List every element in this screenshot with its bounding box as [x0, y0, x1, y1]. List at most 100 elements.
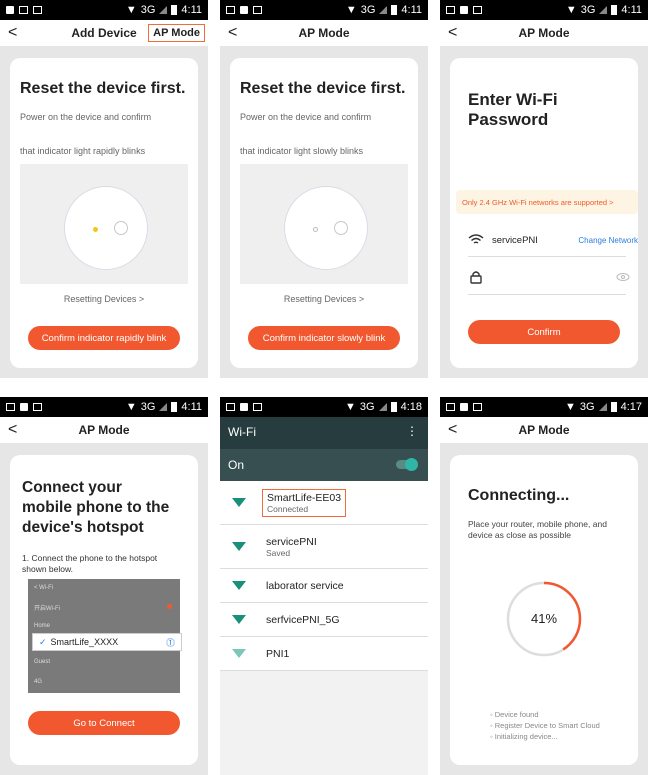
signal-icon	[159, 403, 168, 411]
divider	[468, 294, 626, 295]
instruction-line-2: that indicator light slowly blinks	[240, 146, 364, 156]
hotspot-card: Connect your mobile phone to the device'…	[10, 455, 198, 765]
indicator-light	[93, 227, 98, 232]
network-item[interactable]: servicePNI Saved	[220, 525, 428, 569]
back-button[interactable]: <	[228, 24, 237, 42]
password-card: Enter Wi-Fi Password Only 2.4 GHz Wi-Fi …	[450, 58, 638, 368]
device-circle	[284, 186, 368, 270]
top-nav: < AP Mode	[0, 417, 208, 443]
overflow-menu-icon[interactable]: ⋮	[406, 424, 418, 438]
network-item[interactable]: serfvicePNI_5G	[220, 603, 428, 637]
connecting-heading: Connecting...	[468, 487, 570, 504]
network-name: serfvicePNI_5G	[266, 613, 340, 626]
gallery-icon	[253, 403, 262, 411]
network-type: 3G	[360, 4, 376, 16]
network-name: PNI1	[266, 647, 290, 660]
device-circle	[64, 186, 148, 270]
step-line-2: shown below.	[22, 564, 74, 574]
confirm-slow-blink-button[interactable]: Confirm indicator slowly blink	[248, 326, 400, 350]
wifi-signal-icon	[232, 581, 246, 590]
info-icon: ⓵	[165, 637, 175, 648]
screen-connecting: ▼ 3G 4:17 < AP Mode Connecting... Place yo…	[440, 397, 648, 775]
status-bar: ▼ 3G 4:18	[220, 397, 428, 417]
image-icon	[6, 403, 15, 411]
image-icon	[19, 6, 28, 14]
status-bar: ▼ 3G 4:17	[440, 397, 648, 417]
network-item[interactable]: SmartLife-EE03 Connected	[220, 481, 428, 525]
preview-row: < Wi-Fi	[34, 585, 54, 591]
gallery-icon	[33, 6, 42, 14]
clock: 4:11	[181, 4, 202, 16]
top-nav: < AP Mode	[220, 20, 428, 46]
step-item: ◦ Initializing device...	[490, 732, 558, 741]
instruction-line-1: Power on the device and confirm	[240, 112, 372, 122]
wifi-toggle[interactable]	[396, 458, 418, 471]
back-button[interactable]: <	[448, 24, 457, 42]
go-to-connect-button[interactable]: Go to Connect	[28, 711, 180, 735]
back-button[interactable]: <	[8, 24, 17, 42]
wifi-status-icon: ▼	[565, 4, 577, 16]
network-type: 3G	[140, 4, 156, 16]
wifi-icon	[468, 234, 484, 244]
reset-heading: Reset the device first.	[240, 80, 406, 97]
step-item: ◦ Register Device to Smart Cloud	[490, 721, 600, 730]
hotspot-name: SmartLife_XXXX	[50, 637, 119, 647]
step-list: ◦ Device found ◦ Register Device to Smar…	[490, 709, 600, 742]
image-icon	[446, 403, 455, 411]
eye-icon[interactable]	[616, 272, 630, 282]
wifi-status-icon: ▼	[345, 4, 357, 16]
screen-add-device: ▼ 3G 4:11 < Add Device AP Mode Reset the d…	[0, 0, 208, 378]
gallery-icon	[33, 403, 42, 411]
toggle-thumb	[405, 458, 418, 471]
status-bar: ▼ 3G 4:11	[220, 0, 428, 20]
back-button[interactable]: <	[8, 421, 17, 439]
reset-card: Reset the device first. Power on the dev…	[230, 58, 418, 368]
confirm-rapid-blink-button[interactable]: Confirm indicator rapidly blink	[28, 326, 180, 350]
network-list: SmartLife-EE03 Connected servicePNI Save…	[220, 481, 428, 671]
hotspot-heading-line-2: mobile phone to the	[22, 499, 170, 516]
progress-label: 41%	[530, 611, 558, 626]
resetting-devices-link[interactable]: Resetting Devices >	[230, 294, 418, 304]
wifi-header: Wi-Fi ⋮ On	[220, 417, 428, 481]
device-illustration	[20, 164, 188, 284]
network-type: 3G	[579, 401, 595, 413]
step-line-1: 1. Connect the phone to the hotspot	[22, 553, 158, 563]
network-status: Saved	[266, 547, 291, 558]
hotspot-highlight[interactable]: ✓ SmartLife_XXXX ⓵	[32, 633, 182, 651]
preview-row: 开启Wi-Fi	[34, 606, 60, 612]
signal-icon	[378, 403, 387, 411]
ap-mode-button[interactable]: AP Mode	[148, 24, 205, 42]
screen-connect-hotspot: ▼ 3G 4:11 < AP Mode Connect your mobile ph…	[0, 397, 208, 775]
password-input[interactable]	[490, 266, 600, 286]
frequency-warning[interactable]: Only 2.4 GHz Wi-Fi networks are supporte…	[456, 190, 638, 214]
network-name: SmartLife-EE03	[267, 491, 342, 504]
wifi-status-icon: ▼	[565, 401, 576, 413]
status-bar: ▼ 3G 4:11	[0, 0, 208, 20]
battery-icon	[391, 5, 398, 15]
page-title: AP Mode	[518, 423, 570, 437]
change-network-link[interactable]: Change Network	[578, 236, 638, 245]
network-item[interactable]: laborator service	[220, 569, 428, 603]
signal-icon	[379, 6, 388, 14]
hotspot-heading-line-1: Connect your	[22, 479, 122, 496]
resetting-devices-link[interactable]: Resetting Devices >	[10, 294, 198, 304]
clock: 4:11	[181, 401, 202, 413]
status-bar: ▼ 3G 4:11	[440, 0, 648, 20]
wifi-title: Wi-Fi	[228, 425, 256, 439]
wifi-signal-icon	[232, 649, 246, 658]
screen-ap-mode-reset: ▼ 3G 4:11 < AP Mode Reset the device first…	[220, 0, 428, 378]
connecting-card: Connecting... Place your router, mobile …	[450, 455, 638, 765]
network-type: 3G	[140, 401, 156, 413]
signal-icon	[159, 6, 168, 14]
preview-indicator	[167, 604, 172, 609]
top-nav: < AP Mode	[440, 20, 648, 46]
gallery-icon	[473, 403, 482, 411]
image-icon	[226, 6, 235, 14]
status-bar: ▼ 3G 4:11	[0, 397, 208, 417]
power-icon	[334, 221, 348, 235]
network-item[interactable]: PNI1	[220, 637, 428, 671]
wifi-status-icon: ▼	[345, 401, 356, 413]
back-button[interactable]: <	[448, 421, 457, 439]
confirm-button[interactable]: Confirm	[468, 320, 620, 344]
wifi-status-icon: ▼	[125, 401, 137, 413]
